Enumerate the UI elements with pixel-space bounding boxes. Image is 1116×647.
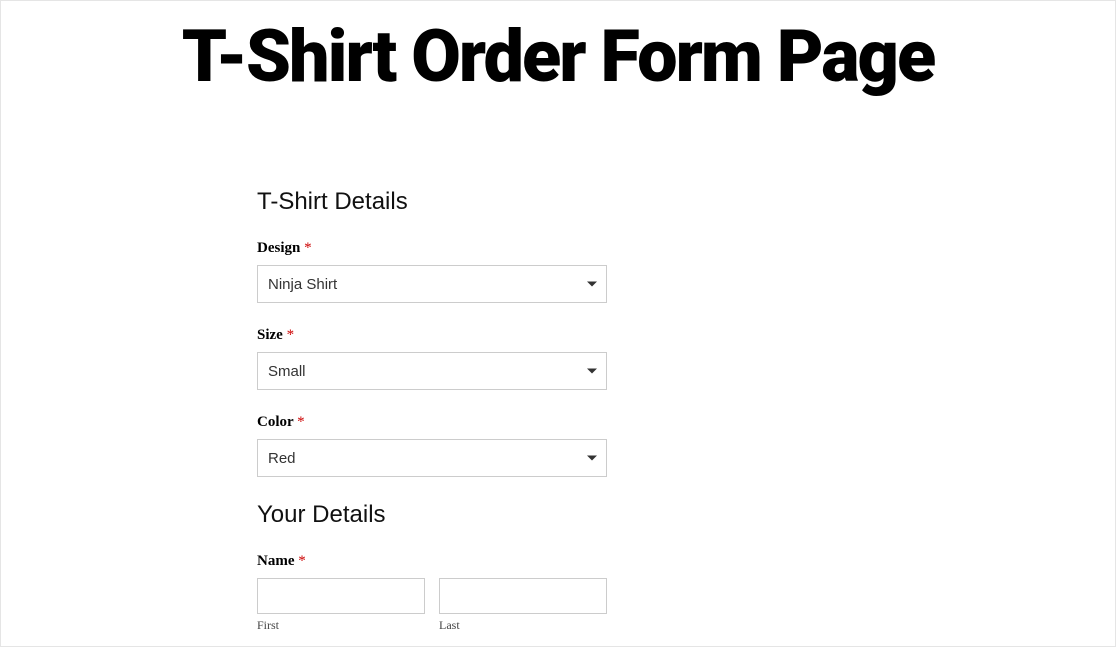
last-name-column: Last xyxy=(439,578,607,633)
form-container: T-Shirt Details Design * Ninja Shirt Siz… xyxy=(257,188,607,633)
size-select-wrapper: Small xyxy=(257,352,607,390)
section-heading-tshirt-details: T-Shirt Details xyxy=(257,188,607,216)
name-label: Name * xyxy=(257,553,607,570)
color-label: Color * xyxy=(257,414,607,431)
field-name: Name * First Last xyxy=(257,553,607,633)
required-asterisk: * xyxy=(298,553,306,569)
required-asterisk: * xyxy=(304,240,312,256)
design-select[interactable]: Ninja Shirt xyxy=(257,265,607,303)
design-label-text: Design xyxy=(257,240,300,256)
field-color: Color * Red xyxy=(257,414,607,477)
size-label: Size * xyxy=(257,327,607,344)
last-name-sublabel: Last xyxy=(439,618,607,633)
field-size: Size * Small xyxy=(257,327,607,390)
name-row: First Last xyxy=(257,578,607,633)
first-name-input[interactable] xyxy=(257,578,425,614)
required-asterisk: * xyxy=(287,327,295,343)
color-select[interactable]: Red xyxy=(257,439,607,477)
section-heading-your-details: Your Details xyxy=(257,501,607,529)
field-design: Design * Ninja Shirt xyxy=(257,240,607,303)
page-title: T-Shirt Order Form Page xyxy=(1,21,1115,93)
required-asterisk: * xyxy=(297,414,305,430)
color-select-wrapper: Red xyxy=(257,439,607,477)
last-name-input[interactable] xyxy=(439,578,607,614)
design-select-wrapper: Ninja Shirt xyxy=(257,265,607,303)
size-label-text: Size xyxy=(257,327,283,343)
color-label-text: Color xyxy=(257,414,293,430)
size-select[interactable]: Small xyxy=(257,352,607,390)
name-label-text: Name xyxy=(257,553,295,569)
design-label: Design * xyxy=(257,240,607,257)
first-name-sublabel: First xyxy=(257,618,425,633)
first-name-column: First xyxy=(257,578,425,633)
